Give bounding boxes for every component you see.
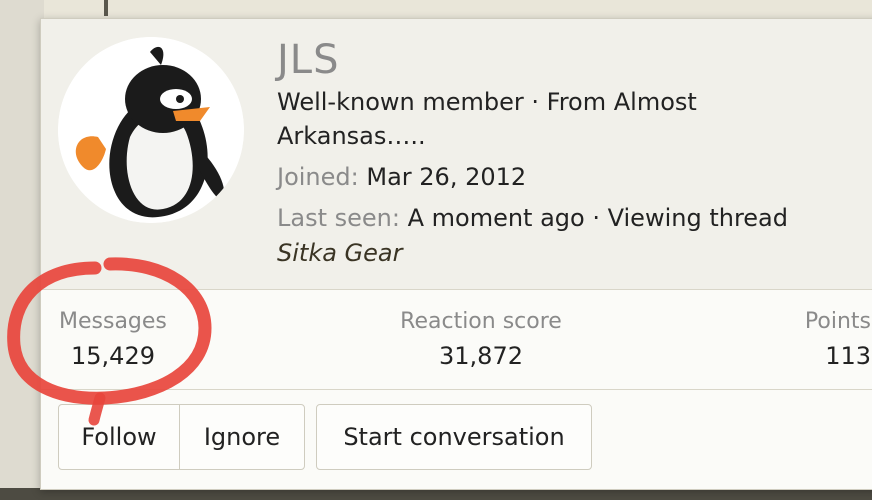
member-stats: Messages 15,429 Reaction score 31,872 Po… [41, 309, 872, 390]
start-conversation-button[interactable]: Start conversation [316, 404, 592, 470]
background-divider [104, 0, 108, 16]
member-card-header: JLS Well-known member · From Almost Arka… [41, 19, 872, 290]
stat-points-label: Points [804, 309, 871, 334]
penguin-avatar-icon [58, 37, 244, 223]
joined-label: Joined: [277, 163, 359, 191]
thread-link[interactable]: Sitka Gear [277, 239, 402, 267]
stat-messages[interactable]: Messages 15,429 [59, 309, 209, 370]
member-tooltip-card: JLS Well-known member · From Almost Arka… [40, 18, 872, 490]
separator: · [584, 204, 608, 232]
username[interactable]: JLS [277, 37, 339, 83]
stat-messages-value: 15,429 [71, 342, 155, 370]
stat-points: Points 113 [761, 309, 871, 370]
follow-button[interactable]: Follow [58, 404, 180, 470]
member-title-line: Well-known member · From Almost Arkansas… [277, 85, 837, 153]
stat-messages-label: Messages [59, 309, 167, 334]
tooltip-pointer [166, 472, 194, 486]
last-seen-line: Last seen: A moment ago · Viewing thread [277, 204, 788, 232]
activity-text: Viewing thread [607, 204, 788, 232]
separator: · [523, 88, 547, 116]
stat-reaction-value: 31,872 [439, 342, 523, 370]
last-seen-value: A moment ago [407, 204, 585, 232]
stat-reaction-score: Reaction score 31,872 [381, 309, 581, 370]
joined-line: Joined: Mar 26, 2012 [277, 163, 526, 191]
stat-points-value: 113 [825, 342, 871, 370]
last-seen-label: Last seen: [277, 204, 400, 232]
ignore-button[interactable]: Ignore [179, 404, 305, 470]
background-page-left [0, 0, 44, 500]
member-title: Well-known member [277, 88, 524, 116]
joined-value: Mar 26, 2012 [366, 163, 527, 191]
avatar[interactable] [58, 37, 244, 223]
stat-reaction-label: Reaction score [400, 309, 562, 334]
